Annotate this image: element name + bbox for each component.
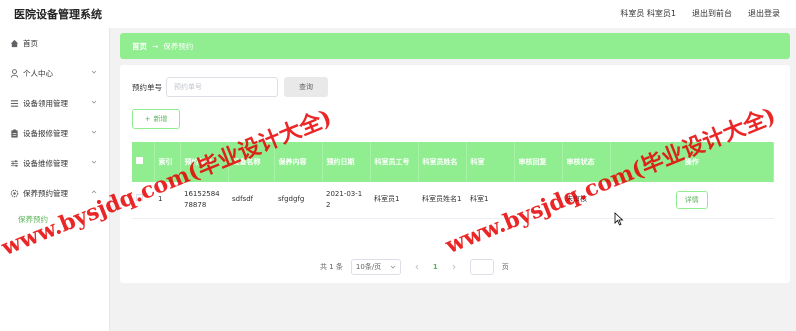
add-button[interactable]: + 新增 (132, 109, 180, 129)
cell-content: sfgdgfg (274, 182, 322, 219)
detail-button[interactable]: 详情 (675, 190, 708, 209)
booking-table: 索引 预约单号 设备名称 保养内容 预约日期 科室员工号 科室员姓名 科室 审核… (132, 142, 774, 219)
cell-reply (514, 182, 562, 219)
sidebar-subitem-booking[interactable]: 保养预约 (0, 208, 109, 230)
plus-icon: + (144, 115, 151, 123)
search-label: 预约单号 (132, 82, 162, 92)
cell-device: sdfsdf (228, 182, 274, 219)
sidebar-item-profile[interactable]: 个人中心 (0, 58, 109, 88)
col-header-label: 科室员工号 (374, 157, 410, 166)
cell-date: 2021-03-12 (322, 182, 370, 219)
sidebar-item-label: 保养预约管理 (23, 188, 68, 198)
breadcrumb-current: 保养预约 (163, 41, 194, 51)
add-button-label: 新增 (153, 115, 168, 123)
clipboard-icon (9, 128, 19, 138)
user-name: 科室员1 (646, 9, 676, 18)
page-size-value: 10条/页 (355, 263, 382, 271)
user-info: 科室员 科室员1 (620, 8, 676, 19)
cell-dept: 科室1 (466, 182, 514, 219)
logout-link[interactable]: 退出登录 (748, 8, 780, 19)
sidebar-item-home[interactable]: 首页 (0, 28, 109, 58)
chevron-down-icon (91, 100, 97, 104)
mouse-cursor (614, 212, 624, 226)
gear-icon (9, 188, 19, 198)
search-button[interactable]: 查询 (284, 77, 328, 97)
col-header-label: 预约单号 (184, 157, 213, 166)
col-header-label: 保养内容 (278, 157, 307, 166)
top-right-area: 科室员 科室员1 退出到前台 退出登录 (620, 8, 780, 19)
cell-staff-name: 科室员姓名1 (418, 182, 466, 219)
sidebar: 首页 个人中心 设备领用管理 设备报修管理 设备维修管理 保养预约管理 保养预约 (0, 28, 110, 331)
sidebar-item-label: 设备领用管理 (23, 98, 68, 108)
breadcrumb-separator: → (152, 41, 159, 51)
table-header-row: 索引 预约单号 设备名称 保养内容 预约日期 科室员工号 科室员姓名 科室 审核… (132, 142, 774, 182)
cell-index: 1 (154, 182, 180, 219)
next-page-button[interactable] (446, 259, 462, 275)
breadcrumb-home[interactable]: 首页 (132, 41, 147, 52)
goto-page-input[interactable] (469, 259, 494, 275)
chevron-down-icon (91, 160, 97, 164)
col-header-label: 审核状态 (566, 157, 595, 166)
select-all-checkbox[interactable] (136, 156, 143, 164)
col-header[interactable]: 设备名称 (228, 142, 275, 182)
cell-staff-no: 科室员1 (370, 182, 418, 219)
page-number-current[interactable]: 1 (433, 263, 438, 271)
sliders-icon (9, 158, 19, 168)
sidebar-item-maintenance[interactable]: 设备维修管理 (0, 148, 109, 178)
cell-order-no: 1615258478878 (180, 182, 228, 219)
col-header: 操作 (610, 142, 774, 182)
pagination-total: 共 1 条 (320, 263, 343, 271)
table-row: 1 1615258478878 sdfsdf sfgdgfg 2021-03-1… (132, 182, 774, 219)
breadcrumb: 首页 → 保养预约 (120, 33, 790, 59)
sidebar-item-label: 首页 (23, 38, 38, 48)
sidebar-item-repair-report[interactable]: 设备报修管理 (0, 118, 109, 148)
page-size-select[interactable]: 10条/页 (350, 259, 401, 275)
col-header-label: 设备名称 (232, 157, 261, 166)
app-title: 医院设备管理系统 (14, 8, 102, 21)
sidebar-item-equipment-use[interactable]: 设备领用管理 (0, 88, 109, 118)
prev-page-button[interactable] (409, 259, 425, 275)
col-header-label: 科室员姓名 (422, 157, 458, 166)
col-header[interactable]: 科室员姓名 (418, 142, 467, 182)
col-header[interactable]: 审核状态 (562, 142, 611, 182)
sidebar-item-label: 设备维修管理 (23, 158, 68, 168)
col-header[interactable]: 保养内容 (274, 142, 323, 182)
col-header-label: 预约日期 (326, 157, 355, 166)
pagination: 共 1 条 10条/页 1 页 (320, 259, 509, 275)
chevron-up-icon (91, 190, 97, 194)
cell-action: 详情 (610, 182, 774, 219)
chevron-right-icon (452, 264, 456, 270)
col-header[interactable]: 预约日期 (322, 142, 371, 182)
order-no-search-input[interactable] (166, 77, 278, 97)
row-select-cell (132, 182, 154, 219)
col-header: 索引 (154, 142, 181, 182)
chevron-down-icon (390, 265, 396, 269)
col-header-label: 审核回复 (518, 157, 547, 166)
user-icon (9, 68, 19, 78)
cell-status: 未审核 (562, 182, 610, 219)
sidebar-item-label: 设备报修管理 (23, 128, 68, 138)
col-header-label: 科室 (470, 157, 485, 166)
user-role: 科室员 (620, 9, 645, 18)
list-icon (9, 98, 19, 108)
chevron-down-icon (91, 70, 97, 74)
chevron-left-icon (415, 264, 419, 270)
sidebar-item-booking-management[interactable]: 保养预约管理 (0, 178, 109, 208)
top-bar: 医院设备管理系统 科室员 科室员1 退出到前台 退出登录 (0, 0, 796, 28)
frontend-link[interactable]: 退出到前台 (692, 8, 732, 19)
chevron-down-icon (91, 130, 97, 134)
col-header[interactable]: 科室员工号 (370, 142, 419, 182)
content-panel: 预约单号 查询 + 新增 索引 预约单号 设备名称 保养内容 预约日期 科室员工… (120, 65, 790, 283)
goto-suffix: 页 (501, 263, 509, 271)
col-header[interactable]: 审核回复 (514, 142, 563, 182)
home-icon (9, 38, 19, 48)
col-header[interactable]: 科室 (466, 142, 515, 182)
row-checkbox[interactable] (136, 194, 143, 202)
sidebar-item-label: 个人中心 (23, 68, 53, 78)
search-row: 预约单号 查询 (132, 77, 328, 97)
col-header[interactable]: 预约单号 (180, 142, 229, 182)
select-all-cell (132, 142, 155, 182)
main-content: 首页 → 保养预约 预约单号 查询 + 新增 索引 预约单号 设备名称 保养内容… (120, 33, 790, 283)
